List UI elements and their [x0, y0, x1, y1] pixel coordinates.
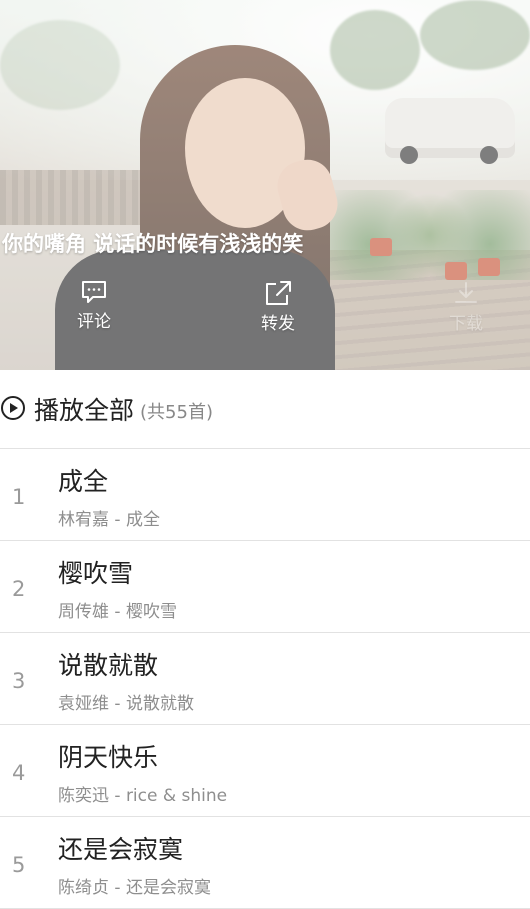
song-title: 樱吹雪	[58, 559, 134, 588]
share-label: 转发	[261, 314, 295, 334]
share-icon	[238, 280, 318, 306]
song-artist-album: 袁娅维 - 说散就散	[58, 694, 194, 714]
song-artist-album: 陈奕迅 - rice & shine	[58, 786, 228, 806]
song-row[interactable]: 5 还是会寂寞 陈绮贞 - 还是会寂寞	[0, 817, 530, 909]
song-row[interactable]: 2 樱吹雪 周传雄 - 樱吹雪	[0, 541, 530, 633]
song-index: 2	[12, 577, 26, 601]
comment-icon	[54, 280, 134, 304]
comment-label: 评论	[77, 312, 111, 332]
song-artist-album: 周传雄 - 樱吹雪	[58, 602, 177, 622]
comment-button[interactable]: 评论	[54, 280, 134, 332]
play-all-row[interactable]: 播放全部 (共55首)	[0, 370, 530, 449]
song-artist-album: 陈绮贞 - 还是会寂寞	[58, 878, 211, 898]
play-circle-icon[interactable]	[0, 395, 26, 425]
song-title: 说散就散	[58, 651, 159, 680]
playlist-cover: 你的嘴角 说话的时候有浅浅的笑 评论 转发 下载	[0, 0, 530, 370]
song-index: 1	[12, 485, 26, 509]
song-row[interactable]: 4 阴天快乐 陈奕迅 - rice & shine	[0, 725, 530, 817]
playlist-description: 你的嘴角 说话的时候有浅浅的笑	[2, 232, 304, 256]
download-label: 下载	[449, 314, 483, 334]
song-title: 成全	[58, 467, 109, 496]
song-index: 5	[12, 853, 26, 877]
song-title: 还是会寂寞	[58, 835, 184, 864]
download-button[interactable]: 下载	[426, 280, 506, 334]
song-row[interactable]: 3 说散就散 袁娅维 - 说散就散	[0, 633, 530, 725]
song-index: 3	[12, 669, 26, 693]
song-artist-album: 林宥嘉 - 成全	[58, 510, 160, 530]
play-all-label[interactable]: 播放全部	[34, 391, 134, 427]
song-title: 阴天快乐	[58, 743, 159, 772]
download-icon	[426, 280, 506, 306]
share-button[interactable]: 转发	[238, 280, 318, 334]
song-row[interactable]: 1 成全 林宥嘉 - 成全	[0, 449, 530, 541]
song-count: (共55首)	[140, 402, 213, 423]
song-index: 4	[12, 761, 26, 785]
